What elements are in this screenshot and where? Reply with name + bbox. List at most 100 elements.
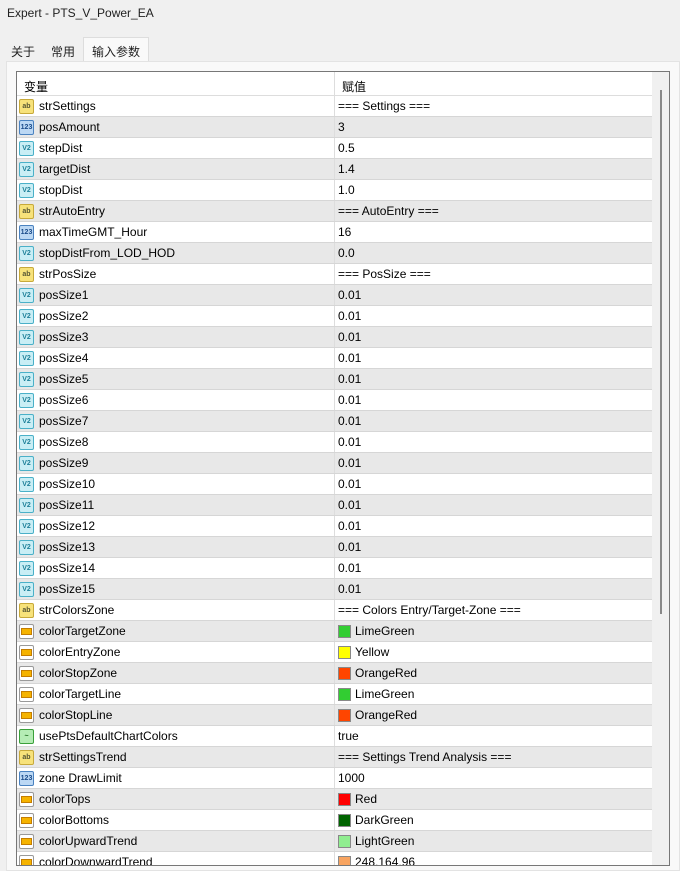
header-variable[interactable]: 变量: [17, 72, 335, 95]
value-cell[interactable]: true: [335, 726, 652, 746]
table-row[interactable]: colorStopZone OrangeRed: [17, 663, 652, 684]
value-cell[interactable]: === AutoEntry ===: [335, 201, 652, 221]
scrollbar-thumb[interactable]: [660, 90, 662, 614]
table-row[interactable]: V2 posSize1 0.01: [17, 285, 652, 306]
table-row[interactable]: 123 maxTimeGMT_Hour 16: [17, 222, 652, 243]
value-cell[interactable]: 0.01: [335, 327, 652, 347]
value-cell[interactable]: 0.01: [335, 516, 652, 536]
value-cell[interactable]: OrangeRed: [335, 663, 652, 683]
value-cell[interactable]: 0.01: [335, 495, 652, 515]
table-row[interactable]: ab strSettings === Settings ===: [17, 96, 652, 117]
value-cell[interactable]: 3: [335, 117, 652, 137]
table-row[interactable]: V2 posSize5 0.01: [17, 369, 652, 390]
table-row[interactable]: colorTops Red: [17, 789, 652, 810]
value-cell[interactable]: 0.01: [335, 306, 652, 326]
variable-name: strSettings: [39, 99, 96, 113]
tab-about[interactable]: 关于: [3, 38, 43, 62]
table-row[interactable]: V2 stopDist 1.0: [17, 180, 652, 201]
value-cell[interactable]: LimeGreen: [335, 621, 652, 641]
table-row[interactable]: 123 zone DrawLimit 1000: [17, 768, 652, 789]
variable-name: posSize14: [39, 561, 96, 575]
value-cell[interactable]: Red: [335, 789, 652, 809]
value-cell[interactable]: 1000: [335, 768, 652, 788]
table-row[interactable]: colorUpwardTrend LightGreen: [17, 831, 652, 852]
value-cell[interactable]: 16: [335, 222, 652, 242]
variable-value: OrangeRed: [355, 666, 418, 680]
double-type-icon: V2: [19, 560, 34, 576]
double-type-icon: V2: [19, 476, 34, 492]
value-cell[interactable]: === Colors Entry/Target-Zone ===: [335, 600, 652, 620]
table-row[interactable]: ab strSettingsTrend === Settings Trend Ana…: [17, 747, 652, 768]
table-row[interactable]: V2 posSize13 0.01: [17, 537, 652, 558]
table-row[interactable]: V2 posSize2 0.01: [17, 306, 652, 327]
value-cell[interactable]: LimeGreen: [335, 684, 652, 704]
table-row[interactable]: ab strColorsZone === Colors Entry/Target-Z…: [17, 600, 652, 621]
value-cell[interactable]: 0.01: [335, 411, 652, 431]
value-cell[interactable]: 1.0: [335, 180, 652, 200]
table-row[interactable]: V2 posSize8 0.01: [17, 432, 652, 453]
table-row[interactable]: colorTargetZone LimeGreen: [17, 621, 652, 642]
tab-common[interactable]: 常用: [43, 38, 83, 62]
header-value[interactable]: 赋值: [335, 72, 652, 95]
value-cell[interactable]: === Settings Trend Analysis ===: [335, 747, 652, 767]
color-type-icon: [19, 665, 34, 681]
value-cell[interactable]: 0.01: [335, 558, 652, 578]
double-type-icon: V2: [19, 581, 34, 597]
table-row[interactable]: V2 posSize12 0.01: [17, 516, 652, 537]
value-cell[interactable]: OrangeRed: [335, 705, 652, 725]
value-cell[interactable]: 0.01: [335, 579, 652, 599]
value-cell[interactable]: 0.01: [335, 369, 652, 389]
color-swatch: [338, 813, 351, 827]
variable-name: posSize8: [39, 435, 89, 449]
table-row[interactable]: V2 posSize15 0.01: [17, 579, 652, 600]
double-type-icon: V2: [19, 245, 34, 261]
table-row[interactable]: ab strAutoEntry === AutoEntry ===: [17, 201, 652, 222]
table-row[interactable]: V2 posSize10 0.01: [17, 474, 652, 495]
value-cell[interactable]: LightGreen: [335, 831, 652, 851]
vertical-scrollbar[interactable]: [652, 71, 670, 866]
value-cell[interactable]: 0.5: [335, 138, 652, 158]
table-row[interactable]: ab strPosSize === PosSize ===: [17, 264, 652, 285]
table-row[interactable]: V2 posSize14 0.01: [17, 558, 652, 579]
value-cell[interactable]: 0.01: [335, 537, 652, 557]
table-row[interactable]: V2 stopDistFrom_LOD_HOD 0.0: [17, 243, 652, 264]
double-type-icon: V2: [19, 392, 34, 408]
table-row[interactable]: colorStopLine OrangeRed: [17, 705, 652, 726]
value-cell[interactable]: Yellow: [335, 642, 652, 662]
value-cell[interactable]: === PosSize ===: [335, 264, 652, 284]
table-row[interactable]: 123 posAmount 3: [17, 117, 652, 138]
variable-name: posAmount: [39, 120, 100, 134]
value-cell[interactable]: 0.01: [335, 390, 652, 410]
value-cell[interactable]: 0.01: [335, 348, 652, 368]
table-row[interactable]: V2 posSize7 0.01: [17, 411, 652, 432]
value-cell[interactable]: 0.0: [335, 243, 652, 263]
value-cell[interactable]: 0.01: [335, 285, 652, 305]
table-row[interactable]: V2 stepDist 0.5: [17, 138, 652, 159]
value-cell[interactable]: === Settings ===: [335, 96, 652, 116]
variable-value: 3: [338, 120, 345, 134]
value-cell[interactable]: 0.01: [335, 453, 652, 473]
table-row[interactable]: V2 posSize4 0.01: [17, 348, 652, 369]
table-row[interactable]: V2 targetDist 1.4: [17, 159, 652, 180]
value-cell[interactable]: DarkGreen: [335, 810, 652, 830]
table-row[interactable]: ~ usePtsDefaultChartColors true: [17, 726, 652, 747]
variable-value: 0.01: [338, 351, 362, 365]
table-row[interactable]: colorBottoms DarkGreen: [17, 810, 652, 831]
variable-value: === Settings ===: [338, 99, 431, 113]
table-row[interactable]: colorEntryZone Yellow: [17, 642, 652, 663]
table-row[interactable]: V2 posSize3 0.01: [17, 327, 652, 348]
variable-value: 0.01: [338, 498, 362, 512]
value-cell[interactable]: 0.01: [335, 474, 652, 494]
table-row[interactable]: V2 posSize9 0.01: [17, 453, 652, 474]
variable-name: stopDist: [39, 183, 83, 197]
variable-value: Red: [355, 792, 378, 806]
double-type-icon: V2: [19, 518, 34, 534]
table-row[interactable]: colorTargetLine LimeGreen: [17, 684, 652, 705]
table-row[interactable]: V2 posSize11 0.01: [17, 495, 652, 516]
tab-inputs[interactable]: 输入参数: [83, 37, 150, 61]
table-row[interactable]: colorDownwardTrend 248,164,96: [17, 852, 652, 865]
value-cell[interactable]: 1.4: [335, 159, 652, 179]
table-row[interactable]: V2 posSize6 0.01: [17, 390, 652, 411]
value-cell[interactable]: 248,164,96: [335, 852, 652, 865]
value-cell[interactable]: 0.01: [335, 432, 652, 452]
